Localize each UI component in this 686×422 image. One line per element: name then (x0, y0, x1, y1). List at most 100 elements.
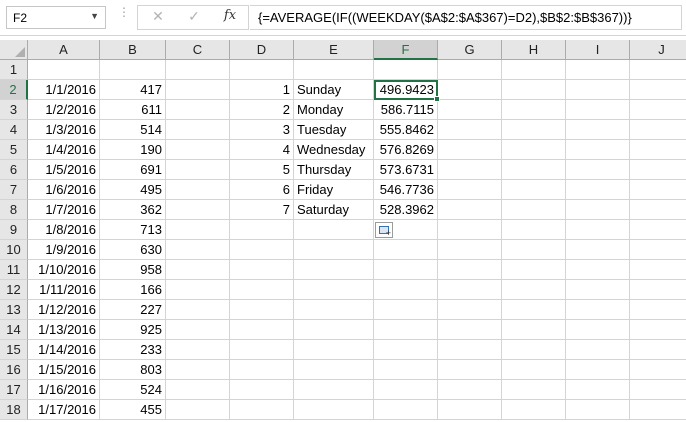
cell-a17[interactable]: 1/16/2016 (28, 380, 100, 400)
cell-i12[interactable] (566, 280, 630, 300)
row-header[interactable]: 3 (0, 100, 28, 120)
cell-c8[interactable] (166, 200, 230, 220)
cell-b9[interactable]: 713 (100, 220, 166, 240)
cell-f2[interactable]: 496.9423 (374, 80, 438, 100)
cell-e2[interactable]: Sunday (294, 80, 374, 100)
enter-check-icon[interactable]: ✓ (182, 8, 206, 28)
cell-h12[interactable] (502, 280, 566, 300)
cell-d1[interactable] (230, 60, 294, 80)
cell-c7[interactable] (166, 180, 230, 200)
cell-h11[interactable] (502, 260, 566, 280)
cell-a7[interactable]: 1/6/2016 (28, 180, 100, 200)
cell-c17[interactable] (166, 380, 230, 400)
cell-c6[interactable] (166, 160, 230, 180)
cell-a16[interactable]: 1/15/2016 (28, 360, 100, 380)
cell-b17[interactable]: 524 (100, 380, 166, 400)
cell-h2[interactable] (502, 80, 566, 100)
cell-e1[interactable] (294, 60, 374, 80)
cell-i3[interactable] (566, 100, 630, 120)
cell-b12[interactable]: 166 (100, 280, 166, 300)
cell-f3[interactable]: 586.7115 (374, 100, 438, 120)
cell-h8[interactable] (502, 200, 566, 220)
cell-g16[interactable] (438, 360, 502, 380)
cell-d5[interactable]: 4 (230, 140, 294, 160)
cell-i9[interactable] (566, 220, 630, 240)
cell-g15[interactable] (438, 340, 502, 360)
cell-b3[interactable]: 611 (100, 100, 166, 120)
cell-b15[interactable]: 233 (100, 340, 166, 360)
column-header-d[interactable]: D (230, 40, 294, 60)
cell-f14[interactable] (374, 320, 438, 340)
cell-f15[interactable] (374, 340, 438, 360)
cell-g2[interactable] (438, 80, 502, 100)
formula-input[interactable]: {=AVERAGE(IF((WEEKDAY($A$2:$A$367)=D2),$… (250, 5, 682, 30)
cell-g14[interactable] (438, 320, 502, 340)
cell-a1[interactable] (28, 60, 100, 80)
cell-g1[interactable] (438, 60, 502, 80)
cell-c11[interactable] (166, 260, 230, 280)
drag-handle-icon[interactable]: ⋮ (118, 6, 130, 27)
cell-d15[interactable] (230, 340, 294, 360)
row-header[interactable]: 2 (0, 80, 28, 100)
cell-j17[interactable] (630, 380, 686, 400)
row-header[interactable]: 6 (0, 160, 28, 180)
cell-f8[interactable]: 528.3962 (374, 200, 438, 220)
cell-e8[interactable]: Saturday (294, 200, 374, 220)
cell-e11[interactable] (294, 260, 374, 280)
cell-d11[interactable] (230, 260, 294, 280)
cell-i18[interactable] (566, 400, 630, 420)
select-all-button[interactable] (0, 40, 28, 60)
cell-d8[interactable]: 7 (230, 200, 294, 220)
cell-b4[interactable]: 514 (100, 120, 166, 140)
cell-b10[interactable]: 630 (100, 240, 166, 260)
cell-b14[interactable]: 925 (100, 320, 166, 340)
row-header[interactable]: 10 (0, 240, 28, 260)
cell-d9[interactable] (230, 220, 294, 240)
row-header[interactable]: 4 (0, 120, 28, 140)
cell-i10[interactable] (566, 240, 630, 260)
cell-h7[interactable] (502, 180, 566, 200)
cell-b13[interactable]: 227 (100, 300, 166, 320)
cell-d2[interactable]: 1 (230, 80, 294, 100)
cell-d13[interactable] (230, 300, 294, 320)
cell-j5[interactable] (630, 140, 686, 160)
cell-j8[interactable] (630, 200, 686, 220)
cell-b16[interactable]: 803 (100, 360, 166, 380)
cell-j18[interactable] (630, 400, 686, 420)
cell-h9[interactable] (502, 220, 566, 240)
cell-d12[interactable] (230, 280, 294, 300)
cell-f1[interactable] (374, 60, 438, 80)
cell-b11[interactable]: 958 (100, 260, 166, 280)
cell-b5[interactable]: 190 (100, 140, 166, 160)
cell-a2[interactable]: 1/1/2016 (28, 80, 100, 100)
cell-g11[interactable] (438, 260, 502, 280)
cell-e10[interactable] (294, 240, 374, 260)
row-header[interactable]: 5 (0, 140, 28, 160)
quick-analysis-icon[interactable]: + (375, 222, 393, 238)
column-header-b[interactable]: B (100, 40, 166, 60)
cell-g4[interactable] (438, 120, 502, 140)
cell-e6[interactable]: Thursday (294, 160, 374, 180)
cell-e3[interactable]: Monday (294, 100, 374, 120)
cell-g8[interactable] (438, 200, 502, 220)
row-header[interactable]: 17 (0, 380, 28, 400)
cell-i6[interactable] (566, 160, 630, 180)
cell-i14[interactable] (566, 320, 630, 340)
cell-c18[interactable] (166, 400, 230, 420)
cell-c12[interactable] (166, 280, 230, 300)
cell-a9[interactable]: 1/8/2016 (28, 220, 100, 240)
cell-a3[interactable]: 1/2/2016 (28, 100, 100, 120)
row-header[interactable]: 14 (0, 320, 28, 340)
cell-e12[interactable] (294, 280, 374, 300)
fill-handle[interactable] (434, 96, 440, 102)
cell-i4[interactable] (566, 120, 630, 140)
cell-j12[interactable] (630, 280, 686, 300)
cell-f17[interactable] (374, 380, 438, 400)
row-header[interactable]: 9 (0, 220, 28, 240)
row-header[interactable]: 13 (0, 300, 28, 320)
cell-f11[interactable] (374, 260, 438, 280)
cell-d3[interactable]: 2 (230, 100, 294, 120)
row-header[interactable]: 7 (0, 180, 28, 200)
cell-h17[interactable] (502, 380, 566, 400)
cell-a11[interactable]: 1/10/2016 (28, 260, 100, 280)
